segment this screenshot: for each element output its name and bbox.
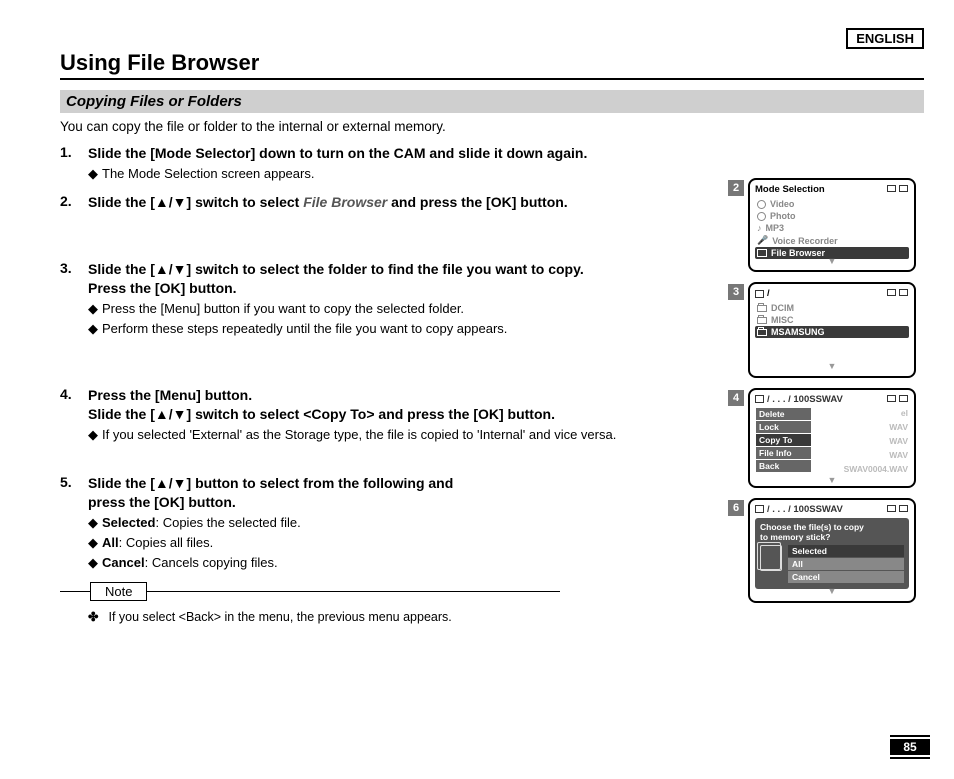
mode-item-voice[interactable]: 🎤Voice Recorder <box>755 234 909 247</box>
device-screen: / DCIM MISC MSAMSUNG ▼ <box>748 282 916 377</box>
folder-icon <box>757 329 767 336</box>
screen-title: Mode Selection <box>755 184 909 195</box>
device-screen: / . . . / 100SSWAV el WAV WAV WAV SWAV00… <box>748 388 916 488</box>
chevron-down-icon: ▼ <box>755 259 909 264</box>
menu-item-delete[interactable]: Delete <box>756 408 811 420</box>
mic-icon: 🎤 <box>757 235 768 246</box>
list-icon <box>757 249 767 257</box>
menu-item-lock[interactable]: Lock <box>756 421 811 433</box>
dialog-message: Choose the file(s) to copy to memory sti… <box>760 522 904 542</box>
step-2: 2. Slide the [▲/▼] switch to select File… <box>60 193 720 212</box>
chevron-down-icon: ▼ <box>750 478 914 483</box>
step-head: Slide the [▲/▼] button to select from th… <box>88 474 720 493</box>
screenshot-badge: 4 <box>728 390 744 406</box>
card-icon <box>755 505 764 513</box>
step-sub: ◆Press the [Menu] button if you want to … <box>88 300 720 318</box>
screen-path: / . . . / 100SSWAV <box>755 394 909 405</box>
screenshot-3: 3 / DCIM MISC MSAMSUNG ▼ <box>728 282 918 377</box>
screen-path: / <box>755 288 909 299</box>
step-number: 5. <box>60 474 88 572</box>
screen-path: / . . . / 100SSWAV <box>755 504 909 515</box>
folder-item[interactable]: MISC <box>755 314 909 326</box>
dialog-option-selected[interactable]: Selected <box>788 545 904 557</box>
step-sub: ◆All: Copies all files. <box>88 534 720 552</box>
page-number: 85 <box>890 739 930 755</box>
folder-icon <box>757 317 767 324</box>
step-head: Slide the [▲/▼] switch to select the fol… <box>88 260 720 279</box>
status-icons <box>887 289 908 296</box>
mode-item-video[interactable]: Video <box>755 198 909 210</box>
step-sub: ◆Perform these steps repeatedly until th… <box>88 320 720 338</box>
step-number: 1. <box>60 144 88 183</box>
screenshot-4: 4 / . . . / 100SSWAV el WAV WAV WAV SWAV… <box>728 388 918 488</box>
chevron-down-icon: ▼ <box>755 364 909 369</box>
manual-page: ENGLISH Using File Browser Copying Files… <box>0 0 954 644</box>
context-menu: Delete Lock Copy To File Info Back <box>756 408 811 473</box>
menu-item-back[interactable]: Back <box>756 460 811 472</box>
copy-icon <box>760 545 782 571</box>
folder-item[interactable]: DCIM <box>755 302 909 314</box>
status-icons <box>887 185 908 192</box>
step-head2: Press the [OK] button. <box>88 279 720 298</box>
chevron-down-icon: ▼ <box>755 589 909 594</box>
step-head2: Slide the [▲/▼] switch to select <Copy T… <box>88 405 720 424</box>
step-head: Slide the [Mode Selector] down to turn o… <box>88 144 720 163</box>
copy-dialog: Choose the file(s) to copy to memory sti… <box>755 518 909 589</box>
note-text: ✤If you select <Back> in the menu, the p… <box>88 609 720 624</box>
screenshot-badge: 6 <box>728 500 744 516</box>
step-sub: ◆Cancel: Cancels copying files. <box>88 554 720 572</box>
intro-text: You can copy the file or folder to the i… <box>60 119 924 134</box>
step-sub: ◆If you selected 'External' as the Stora… <box>88 426 720 444</box>
folder-icon <box>757 305 767 312</box>
screenshot-2: 2 Mode Selection Video Photo ♪MP3 🎤Voice… <box>728 178 918 272</box>
step-4: 4. Press the [Menu] button. Slide the [▲… <box>60 386 720 444</box>
file-list-bg: el WAV WAV WAV SWAV0004.WAV <box>844 408 908 478</box>
step-number: 4. <box>60 386 88 444</box>
device-screen: Mode Selection Video Photo ♪MP3 🎤Voice R… <box>748 178 916 272</box>
music-icon: ♪ <box>757 223 762 233</box>
card-icon <box>755 290 764 298</box>
dialog-option-cancel[interactable]: Cancel <box>788 571 904 583</box>
step-3: 3. Slide the [▲/▼] switch to select the … <box>60 260 720 338</box>
screenshot-column: 2 Mode Selection Video Photo ♪MP3 🎤Voice… <box>728 178 918 613</box>
mode-item-photo[interactable]: Photo <box>755 210 909 222</box>
step-head: Slide the [▲/▼] switch to select File Br… <box>88 193 720 212</box>
step-sub: ◆The Mode Selection screen appears. <box>88 165 720 183</box>
menu-item-copy-to[interactable]: Copy To <box>756 434 811 446</box>
folder-item[interactable]: MSAMSUNG <box>755 326 909 338</box>
device-screen: / . . . / 100SSWAV Choose the file(s) to… <box>748 498 916 603</box>
camera-icon <box>757 212 766 221</box>
step-5: 5. Slide the [▲/▼] button to select from… <box>60 474 720 572</box>
mode-item-mp3[interactable]: ♪MP3 <box>755 222 909 234</box>
video-icon <box>757 200 766 209</box>
card-icon <box>755 395 764 403</box>
step-head: Press the [Menu] button. <box>88 386 720 405</box>
screenshot-badge: 3 <box>728 284 744 300</box>
steps: 1. Slide the [Mode Selector] down to tur… <box>60 144 720 624</box>
page-footer: 85 <box>890 735 930 761</box>
status-icons <box>887 505 908 512</box>
step-sub: ◆Selected: Copies the selected file. <box>88 514 720 532</box>
section-subtitle: Copying Files or Folders <box>60 90 924 113</box>
page-title: Using File Browser <box>60 50 924 80</box>
dialog-options: Selected All Cancel <box>788 545 904 584</box>
step-1: 1. Slide the [Mode Selector] down to tur… <box>60 144 720 183</box>
status-icons <box>887 395 908 402</box>
step-head2: press the [OK] button. <box>88 493 720 512</box>
note-divider: Note <box>60 582 560 601</box>
language-badge: ENGLISH <box>846 28 924 49</box>
dialog-option-all[interactable]: All <box>788 558 904 570</box>
step-number: 2. <box>60 193 88 212</box>
note-label: Note <box>90 582 147 601</box>
screenshot-badge: 2 <box>728 180 744 196</box>
screenshot-6: 6 / . . . / 100SSWAV Choose the file(s) … <box>728 498 918 603</box>
step-number: 3. <box>60 260 88 338</box>
menu-item-file-info[interactable]: File Info <box>756 447 811 459</box>
